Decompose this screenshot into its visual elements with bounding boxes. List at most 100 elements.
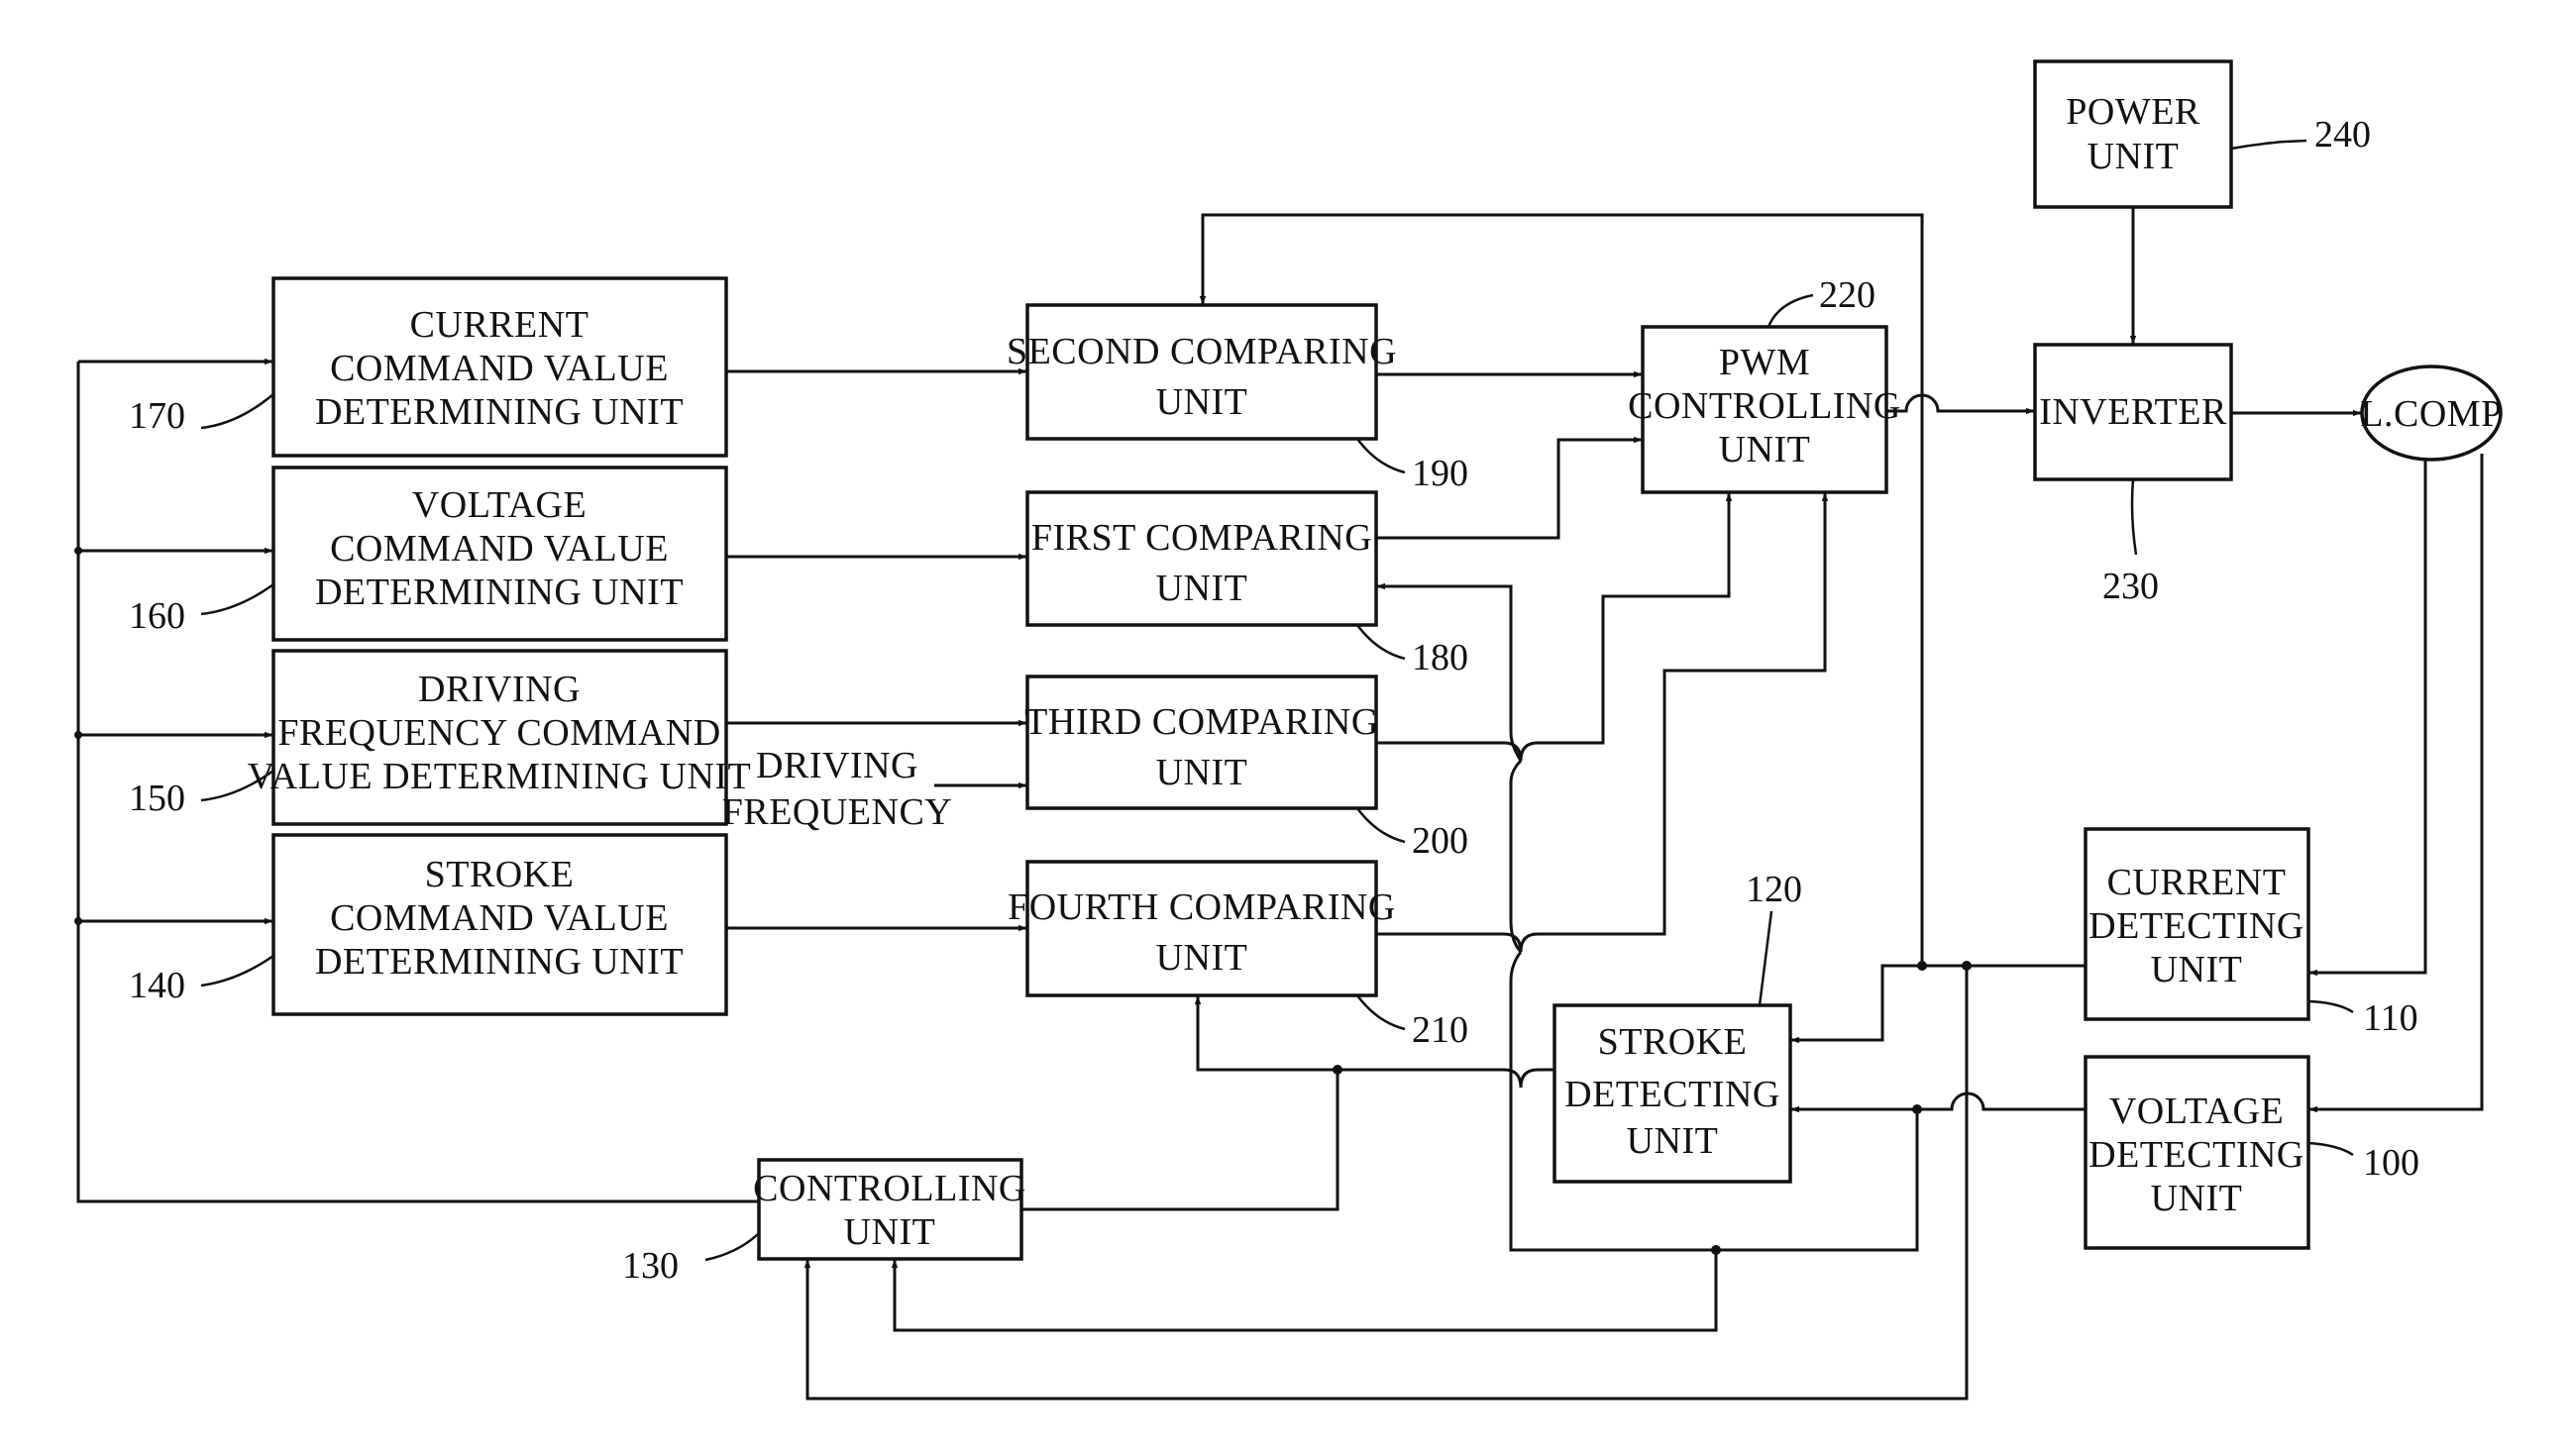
- block-current-detecting-unit: CURRENT DETECTING UNIT: [2084, 827, 2310, 1021]
- block-label: UNIT: [1156, 937, 1248, 979]
- leader-line: [1355, 624, 1406, 661]
- block-label: VOLTAGE: [2109, 1091, 2284, 1132]
- ref-numeral: 150: [129, 778, 185, 819]
- wire-current-det-to-stroke-det: [1790, 964, 2086, 1044]
- ref-numeral: 180: [1412, 637, 1468, 678]
- block-label: INVERTER: [2039, 391, 2227, 433]
- block-label: UNIT: [1156, 381, 1248, 423]
- block-label: SECOND COMPARING: [1007, 331, 1397, 372]
- block-label: COMMAND VALUE: [330, 528, 669, 570]
- leader-line: [1767, 293, 1814, 328]
- wire-loop-hop-a: [1509, 759, 1523, 954]
- ref-numeral: 220: [1819, 274, 1875, 316]
- block-power-unit: POWER UNIT: [2033, 59, 2233, 209]
- block-label: UNIT: [2151, 949, 2243, 990]
- block-label: FREQUENCY COMMAND: [277, 712, 720, 754]
- junction-dot: [1917, 961, 1927, 971]
- ref-numeral: 240: [2314, 114, 2371, 156]
- block-label: DETERMINING UNIT: [315, 941, 684, 983]
- ref-numeral: 210: [1412, 1009, 1468, 1051]
- block-controlling-unit: CONTROLLING UNIT: [753, 1158, 1026, 1261]
- block-voltage-command-value-determining-unit: VOLTAGE COMMAND VALUE DETERMINING UNIT: [271, 466, 728, 642]
- block-label: DETECTING: [2088, 905, 2304, 947]
- block-label: UNIT: [1627, 1120, 1719, 1162]
- block-label: L.COMP: [2360, 393, 2502, 435]
- ref-numeral: 100: [2363, 1142, 2419, 1184]
- block-label: UNIT: [844, 1211, 936, 1253]
- block-label: DETECTING: [2088, 1134, 2304, 1176]
- block-label: THIRD COMPARING: [1024, 701, 1379, 743]
- leader-line: [200, 582, 274, 616]
- leader-line: [2307, 999, 2354, 1014]
- block-label: POWER: [2066, 91, 2200, 133]
- block-fourth-comparing-unit: FOURTH COMPARING UNIT: [1008, 860, 1396, 997]
- wire-lcomp-to-current-det: [2308, 459, 2427, 977]
- wire-third-cmp-to-pwm: [1376, 492, 1733, 762]
- leader-line: [2230, 139, 2307, 151]
- junction-dot: [74, 917, 82, 925]
- leader-line: [704, 1232, 760, 1262]
- leader-line: [200, 954, 274, 988]
- block-label: UNIT: [1719, 429, 1811, 470]
- leader-line: [200, 393, 274, 430]
- block-third-comparing-unit: THIRD COMPARING UNIT: [1024, 675, 1379, 810]
- ref-numeral: 230: [2102, 566, 2159, 607]
- block-label: DETECTING: [1564, 1074, 1780, 1115]
- ref-numeral: 190: [1412, 453, 1468, 494]
- block-label: UNIT: [1156, 752, 1248, 793]
- block-label: CURRENT: [2107, 862, 2287, 903]
- block-label: STROKE: [425, 854, 575, 895]
- block-linear-compressor: L.COMP: [2360, 364, 2503, 462]
- wire-stroke-loop-to-controller: [891, 1250, 1718, 1332]
- block-label: CONTROLLING: [753, 1168, 1026, 1209]
- wire-node-to-controller: [1021, 1070, 1339, 1211]
- block-label: STROKE: [1598, 1021, 1748, 1063]
- ref-numeral: 130: [622, 1245, 679, 1287]
- block-label: CONTROLLING: [1628, 385, 1901, 427]
- block-pwm-controlling-unit: PWM CONTROLLING UNIT: [1628, 325, 1901, 494]
- junction-dot: [1333, 1065, 1342, 1075]
- block-current-command-value-determining-unit: CURRENT COMMAND VALUE DETERMINING UNIT: [271, 276, 728, 458]
- ref-numeral: 140: [129, 965, 185, 1006]
- leader-line: [2307, 1141, 2354, 1157]
- wire-voltage-det-to-stroke-det: [1790, 1092, 2086, 1113]
- block-label: COMMAND VALUE: [330, 348, 669, 389]
- block-label: FOURTH COMPARING: [1008, 886, 1396, 928]
- block-voltage-detecting-unit: VOLTAGE DETECTING UNIT: [2084, 1055, 2310, 1250]
- block-diagram: CURRENT COMMAND VALUE DETERMINING UNIT V…: [74, 59, 2503, 1401]
- block-stroke-detecting-unit: STROKE DETECTING UNIT: [1553, 1003, 1792, 1184]
- block-stroke-command-value-determining-unit: STROKE COMMAND VALUE DETERMINING UNIT: [271, 833, 728, 1016]
- ref-numeral: 110: [2363, 997, 2418, 1039]
- input-label: DRIVING: [756, 745, 918, 786]
- block-second-comparing-unit: SECOND COMPARING UNIT: [1007, 303, 1397, 441]
- block-label: FIRST COMPARING: [1031, 517, 1372, 559]
- block-label: DETERMINING UNIT: [315, 572, 684, 613]
- block-label: UNIT: [2088, 136, 2180, 177]
- junction-dot: [74, 547, 82, 555]
- leader-line: [1355, 994, 1406, 1031]
- leader-line: [1355, 807, 1406, 844]
- input-label: FREQUENCY: [722, 791, 953, 833]
- block-label: COMMAND VALUE: [330, 897, 669, 939]
- block-label: DETERMINING UNIT: [315, 391, 684, 433]
- block-inverter: INVERTER: [2033, 343, 2233, 481]
- block-label: VALUE DETERMINING UNIT: [248, 756, 751, 797]
- leader-line: [2130, 478, 2138, 556]
- wire-stroke-det-to-fourth-cmp: [1194, 995, 1554, 1089]
- block-label: UNIT: [1156, 568, 1248, 609]
- block-label: UNIT: [2151, 1178, 2243, 1219]
- driving-frequency-input-label: DRIVING FREQUENCY: [722, 745, 953, 833]
- wire-pwm-to-inverter: [1886, 393, 2035, 415]
- block-label: DRIVING: [418, 669, 581, 710]
- block-label: PWM: [1719, 342, 1810, 383]
- block-label: CURRENT: [410, 304, 589, 346]
- leader-line: [1758, 910, 1773, 1006]
- ref-numeral: 160: [129, 595, 185, 637]
- block-first-comparing-unit: FIRST COMPARING UNIT: [1025, 490, 1378, 627]
- ref-numeral: 120: [1746, 869, 1802, 910]
- junction-dot: [74, 731, 82, 739]
- ref-numeral: 170: [129, 395, 185, 437]
- block-driving-frequency-command-value-determining-unit: DRIVING FREQUENCY COMMAND VALUE DETERMIN…: [248, 649, 751, 826]
- block-label: VOLTAGE: [412, 484, 587, 526]
- ref-numeral: 200: [1412, 820, 1468, 862]
